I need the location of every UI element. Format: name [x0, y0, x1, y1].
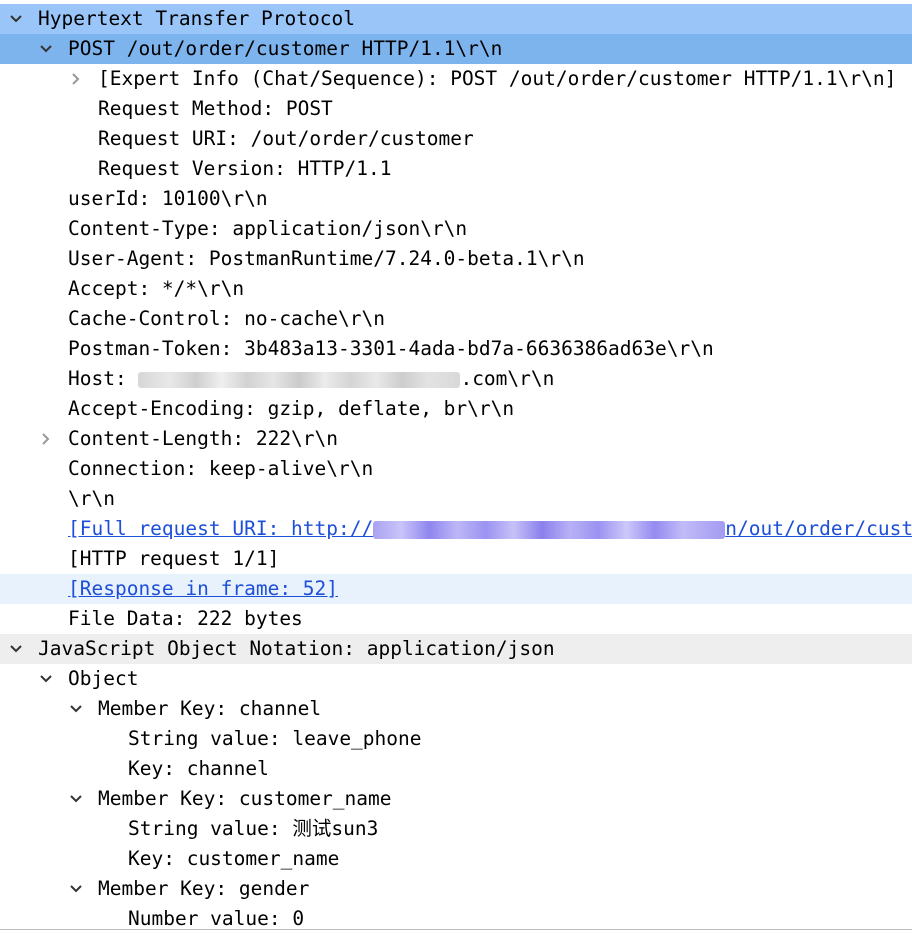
request-uri-row[interactable]: Request URI: /out/order/customer	[0, 124, 912, 154]
json-object-label: Object	[68, 667, 139, 690]
cache-control-label: Cache-Control: no-cache\r\n	[68, 307, 385, 330]
http-section-row[interactable]: Hypertext Transfer Protocol	[0, 4, 912, 34]
response-in-frame-row[interactable]: [Response in frame: 52]	[0, 574, 912, 604]
content-length-label: Content-Length: 222\r\n	[68, 427, 339, 450]
http-section-label: Hypertext Transfer Protocol	[38, 7, 355, 30]
member-key-row[interactable]: Member Key: gender	[0, 874, 912, 904]
content-type-row[interactable]: Content-Type: application/json\r\n	[0, 214, 912, 244]
panel-bottom-border	[0, 929, 912, 930]
expert-info-row[interactable]: [Expert Info (Chat/Sequence): POST /out/…	[0, 64, 912, 94]
request-version-label: Request Version: HTTP/1.1	[98, 157, 392, 180]
request-line-label: POST /out/order/customer HTTP/1.1\r\n	[68, 37, 503, 60]
member-key-name-row[interactable]: Key: customer_name	[0, 844, 912, 874]
chevron-down-icon[interactable]	[36, 664, 56, 694]
host-redaction	[138, 371, 461, 388]
member-key-name-label: Key: customer_name	[128, 847, 340, 870]
response-in-frame-link[interactable]: [Response in frame: 52]	[68, 574, 338, 604]
blank-line-row[interactable]: \r\n	[0, 484, 912, 514]
member-value-label: String value: 测试sun3	[128, 817, 379, 840]
uri-redaction	[373, 520, 726, 539]
json-section-label: JavaScript Object Notation: application/…	[38, 637, 555, 660]
connection-label: Connection: keep-alive\r\n	[68, 457, 374, 480]
user-agent-row[interactable]: User-Agent: PostmanRuntime/7.24.0-beta.1…	[0, 244, 912, 274]
file-data-row[interactable]: File Data: 222 bytes	[0, 604, 912, 634]
member-key-label: Member Key: customer_name	[98, 787, 392, 810]
chevron-down-icon[interactable]	[6, 634, 26, 664]
cache-control-row[interactable]: Cache-Control: no-cache\r\n	[0, 304, 912, 334]
content-length-row[interactable]: Content-Length: 222\r\n	[0, 424, 912, 454]
member-value-row[interactable]: String value: 测试sun3	[0, 814, 912, 844]
host-row[interactable]: Host: .com\r\n	[0, 364, 912, 394]
request-method-label: Request Method: POST	[98, 97, 333, 120]
http-request-row[interactable]: [HTTP request 1/1]	[0, 544, 912, 574]
full-request-uri-row[interactable]: [Full request URI: http:// n/out/order/cu…	[0, 514, 912, 544]
member-key-label: Member Key: gender	[98, 877, 310, 900]
user-id-row[interactable]: userId: 10100\r\n	[0, 184, 912, 214]
postman-token-label: Postman-Token: 3b483a13-3301-4ada-bd7a-6…	[68, 337, 714, 360]
full-uri-suffix: n/out/order/cust	[725, 517, 912, 540]
accept-encoding-row[interactable]: Accept-Encoding: gzip, deflate, br\r\n	[0, 394, 912, 424]
connection-row[interactable]: Connection: keep-alive\r\n	[0, 454, 912, 484]
member-key-row[interactable]: Member Key: customer_name	[0, 784, 912, 814]
accept-label: Accept: */*\r\n	[68, 277, 245, 300]
member-key-row[interactable]: Member Key: channel	[0, 694, 912, 724]
host-field: Host: .com\r\n	[68, 364, 554, 394]
chevron-down-icon[interactable]	[36, 34, 56, 64]
member-key-name-label: Key: channel	[128, 757, 269, 780]
host-prefix: Host:	[68, 367, 139, 390]
chevron-right-icon[interactable]	[36, 424, 56, 454]
chevron-down-icon[interactable]	[6, 4, 26, 34]
full-uri-prefix: [Full request URI: http://	[68, 517, 374, 540]
chevron-down-icon[interactable]	[66, 874, 86, 904]
packet-details-tree: Hypertext Transfer Protocol POST /out/or…	[0, 4, 912, 934]
chevron-down-icon[interactable]	[66, 694, 86, 724]
host-suffix: .com\r\n	[460, 367, 555, 390]
json-object-row[interactable]: Object	[0, 664, 912, 694]
member-key-label: Member Key: channel	[98, 697, 322, 720]
content-type-label: Content-Type: application/json\r\n	[68, 217, 468, 240]
accept-row[interactable]: Accept: */*\r\n	[0, 274, 912, 304]
full-request-uri-link[interactable]: [Full request URI: http:// n/out/order/cu…	[68, 514, 912, 544]
json-section-row[interactable]: JavaScript Object Notation: application/…	[0, 634, 912, 664]
http-request-label: [HTTP request 1/1]	[68, 547, 280, 570]
accept-encoding-label: Accept-Encoding: gzip, deflate, br\r\n	[68, 397, 515, 420]
chevron-down-icon[interactable]	[66, 784, 86, 814]
member-value-label: String value: leave_phone	[128, 727, 422, 750]
request-line-row[interactable]: POST /out/order/customer HTTP/1.1\r\n	[0, 34, 912, 64]
chevron-right-icon[interactable]	[66, 64, 86, 94]
postman-token-row[interactable]: Postman-Token: 3b483a13-3301-4ada-bd7a-6…	[0, 334, 912, 364]
file-data-label: File Data: 222 bytes	[68, 607, 303, 630]
blank-line-label: \r\n	[68, 487, 115, 510]
request-uri-label: Request URI: /out/order/customer	[98, 127, 474, 150]
member-value-row[interactable]: String value: leave_phone	[0, 724, 912, 754]
member-key-name-row[interactable]: Key: channel	[0, 754, 912, 784]
user-agent-label: User-Agent: PostmanRuntime/7.24.0-beta.1…	[68, 247, 585, 270]
request-method-row[interactable]: Request Method: POST	[0, 94, 912, 124]
expert-info-label: [Expert Info (Chat/Sequence): POST /out/…	[98, 67, 897, 90]
user-id-label: userId: 10100\r\n	[68, 187, 268, 210]
request-version-row[interactable]: Request Version: HTTP/1.1	[0, 154, 912, 184]
